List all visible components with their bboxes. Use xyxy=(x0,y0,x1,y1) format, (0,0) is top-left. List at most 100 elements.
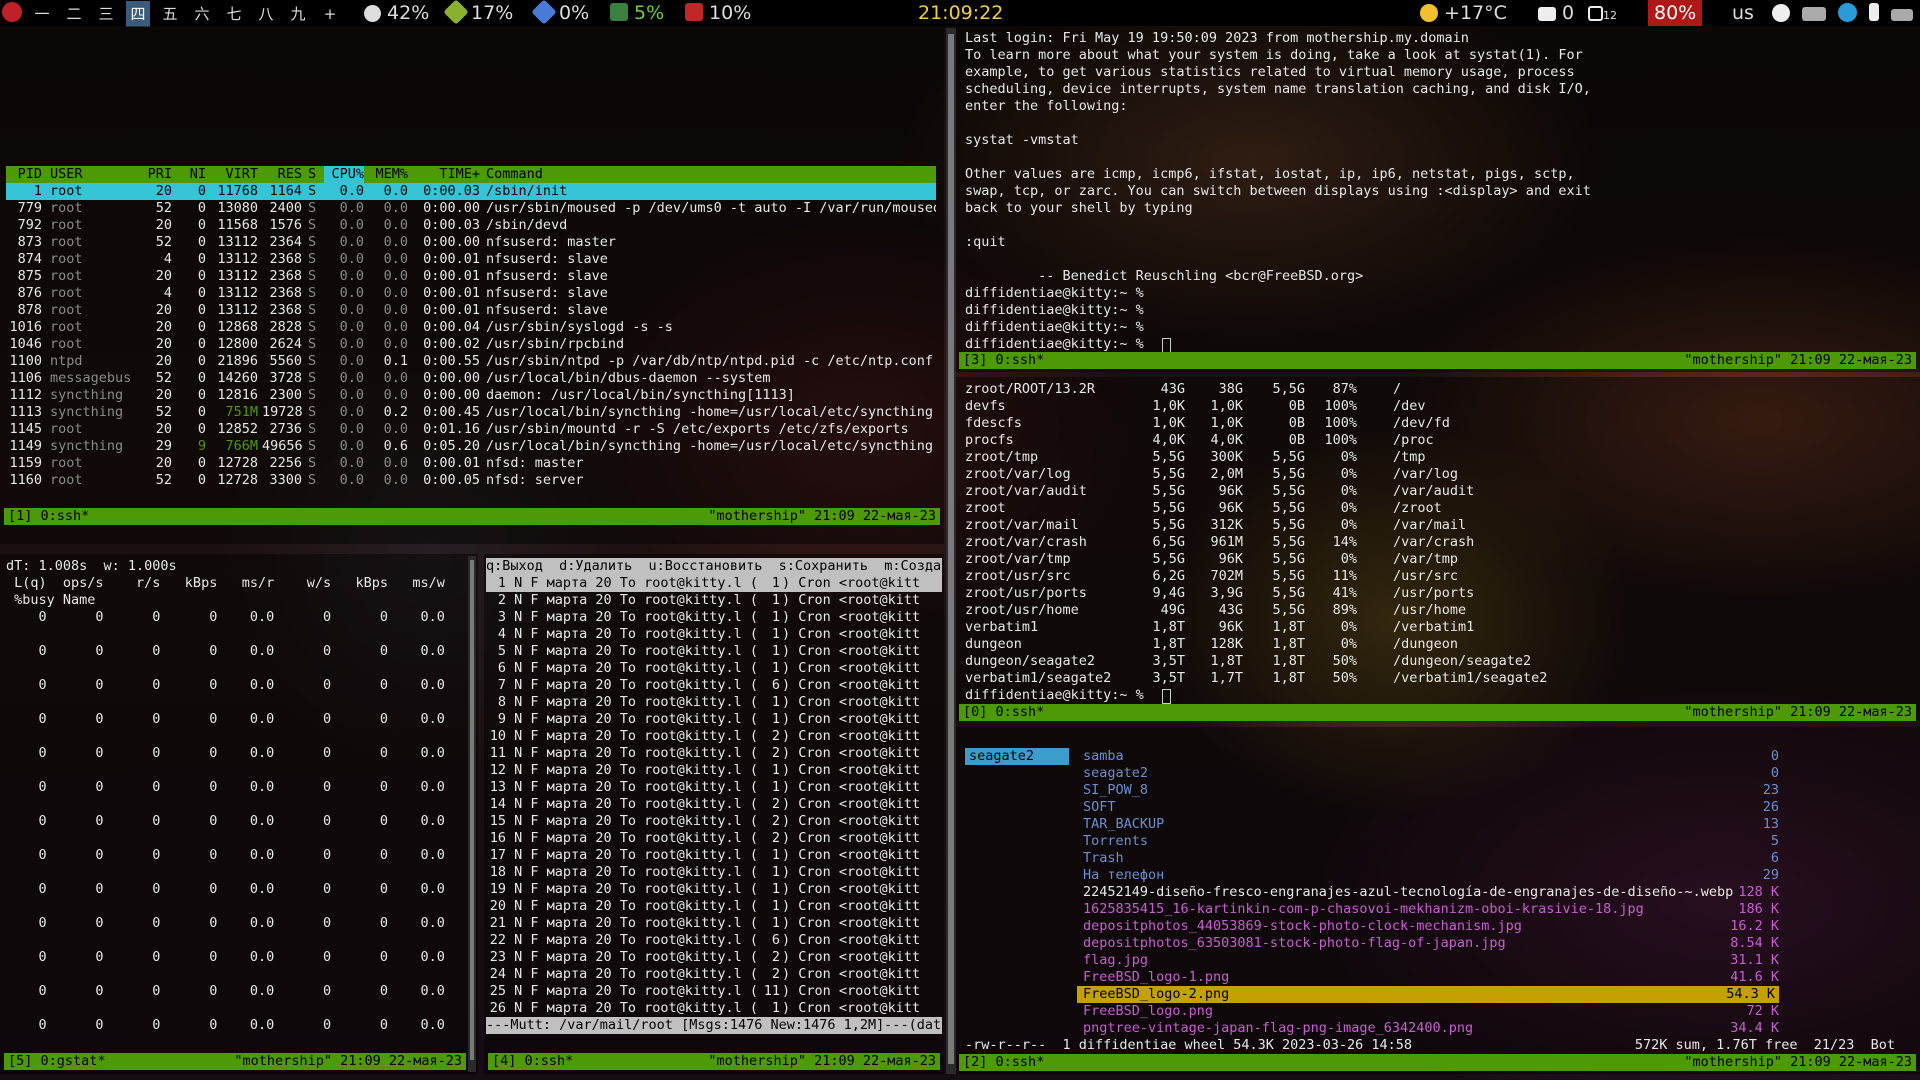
directory-entry[interactable]: TAR_BACKUP 13 xyxy=(1083,816,1779,833)
message-row[interactable]: 12 N F марта 20 To root@kitty.l (1) Cron… xyxy=(486,762,942,779)
workspace-6[interactable]: 六 xyxy=(190,1,214,27)
process-row[interactable]: 1100 ntpd 20 0 21896 5560 S 0.0 0.1 0:00.55/usr/s… xyxy=(6,353,936,370)
login-shell-pane[interactable]: Last login: Fri May 19 19:50:09 2023 fro… xyxy=(955,26,1920,372)
message-row[interactable]: 7 N F марта 20 To root@kitty.l (6) Cron … xyxy=(486,677,942,694)
message-row[interactable]: 26 N F марта 20 To root@kitty.l (1) Cron… xyxy=(486,1000,942,1017)
usb-icon[interactable] xyxy=(1869,3,1880,21)
process-row[interactable]: 779 root 52 0 13080 2400 S 0.0 0.0 0:00.00/usr/sb… xyxy=(6,200,936,217)
tray-app-icon[interactable] xyxy=(1891,9,1914,21)
workspace-7[interactable]: 七 xyxy=(222,1,246,27)
message-row[interactable]: 3 N F марта 20 To root@kitty.l (1) Cron … xyxy=(486,609,942,626)
process-row[interactable]: 1106 messagebus 52 0 14260 3728 S 0.0 0.0 0:00.00… xyxy=(6,370,936,387)
file-entry[interactable]: depositphotos_44053869-stock-photo-clock… xyxy=(1083,918,1779,935)
column-virt[interactable]: VIRT xyxy=(210,166,258,183)
mail-indicator[interactable]: 0 xyxy=(1538,0,1574,26)
column-mem[interactable]: MEM% xyxy=(368,166,408,183)
message-row[interactable]: 6 N F марта 20 To root@kitty.l (1) Cron … xyxy=(486,660,942,677)
column-s[interactable]: S xyxy=(308,166,320,183)
workspace-8[interactable]: 八 xyxy=(254,1,278,27)
nnn-context-tab[interactable]: seagate2 xyxy=(965,748,1069,765)
process-row[interactable]: 1 root 20 0 11768 1164 S 0.0 0.0 0:00.03/sbin/ini… xyxy=(6,183,936,200)
column-ni[interactable]: NI xyxy=(178,166,206,183)
message-row[interactable]: 20 N F марта 20 To root@kitty.l (1) Cron… xyxy=(486,898,942,915)
directory-entry[interactable]: Torrents 5 xyxy=(1083,833,1779,850)
message-row[interactable]: 9 N F марта 20 To root@kitty.l (1) Cron … xyxy=(486,711,942,728)
file-entry[interactable]: FreeBSD_logo.png 72 K xyxy=(1083,1003,1779,1020)
message-row[interactable]: 5 N F марта 20 To root@kitty.l (1) Cron … xyxy=(486,643,942,660)
message-row[interactable]: 8 N F марта 20 To root@kitty.l (1) Cron … xyxy=(486,694,942,711)
message-row[interactable]: 23 N F марта 20 To root@kitty.l (2) Cron… xyxy=(486,949,942,966)
process-row[interactable]: 876 root 4 0 13112 2368 S 0.0 0.0 0:00.01 nfsuserd… xyxy=(6,285,936,302)
column-pid[interactable]: PID xyxy=(6,166,42,183)
tmux-window-label[interactable]: [4] 0:ssh* xyxy=(488,1053,573,1069)
message-row[interactable]: 1 N F марта 20 To root@kitty.l (1) Cron … xyxy=(486,575,942,592)
directory-entry[interactable]: samba 0 xyxy=(1083,748,1779,765)
weather-indicator[interactable]: +17°C xyxy=(1420,0,1507,26)
process-row[interactable]: 878 root 20 0 13112 2368 S 0.0 0.0 0:00.01 nfsuser… xyxy=(6,302,936,319)
message-row[interactable]: 15 N F марта 20 To root@kitty.l (2) Cron… xyxy=(486,813,942,830)
file-entry-selected[interactable]: FreeBSD_logo-2.png 54.3 K xyxy=(1077,986,1779,1003)
battery-indicator[interactable]: 80% xyxy=(1648,0,1703,26)
message-row[interactable]: 13 N F марта 20 To root@kitty.l (1) Cron… xyxy=(486,779,942,796)
process-row[interactable]: 1113 syncthing 52 0 751M 19728 S 0.0 0.2 0:00.45 /… xyxy=(6,404,936,421)
message-row[interactable]: 21 N F марта 20 To root@kitty.l (1) Cron… xyxy=(486,915,942,932)
htop-pane[interactable]: 0[0.0%]4[0.0%]1[0.0%]5[1.5%]|2[0.0%]6[0.… xyxy=(0,26,944,544)
message-row[interactable]: 11 N F марта 20 To root@kitty.l (2) Cron… xyxy=(486,745,942,762)
workspace-10[interactable]: + xyxy=(318,1,342,27)
directory-entry[interactable]: SOFT 26 xyxy=(1083,799,1779,816)
column-res[interactable]: RES xyxy=(262,166,302,183)
process-row[interactable]: 1145 root 20 0 12852 2736 S 0.0 0.0 0:01.16/usr/s… xyxy=(6,421,936,438)
workspace-switcher[interactable]: 一二三四五六七八九 + xyxy=(30,0,350,27)
message-row[interactable]: 14 N F марта 20 To root@kitty.l (2) Cron… xyxy=(486,796,942,813)
tasks-indicator[interactable]: 12 xyxy=(1588,0,1617,26)
message-row[interactable]: 19 N F марта 20 To root@kitty.l (1) Cron… xyxy=(486,881,942,898)
file-entry[interactable]: pngtree-vintage-japan-flag-png-image_634… xyxy=(1083,1020,1779,1037)
process-row[interactable]: 873 root 52 0 13112 2364 S 0.0 0.0 0:00.00 nfsuser… xyxy=(6,234,936,251)
directory-entry[interactable]: Trash 6 xyxy=(1083,850,1779,867)
workspace-1[interactable]: 一 xyxy=(30,1,54,27)
message-row[interactable]: 24 N F марта 20 To root@kitty.l (2) Cron… xyxy=(486,966,942,983)
column-cpu[interactable]: CPU% xyxy=(324,166,364,183)
tmux-window-label[interactable]: [1] 0:ssh* xyxy=(4,508,89,524)
directory-entry[interactable]: SI_POW_8 23 xyxy=(1083,782,1779,799)
pane-divider[interactable] xyxy=(946,28,956,1074)
file-entry[interactable]: depositphotos_63503081-stock-photo-flag-… xyxy=(1083,935,1779,952)
column-cmd[interactable]: Command xyxy=(486,166,944,183)
process-row[interactable]: 1016 root 20 0 12868 2828 S 0.0 0.0 0:00.04/usr/s… xyxy=(6,319,936,336)
message-row[interactable]: 16 N F марта 20 To root@kitty.l (2) Cron… xyxy=(486,830,942,847)
message-row[interactable]: 18 N F марта 20 To root@kitty.l (1) Cron… xyxy=(486,864,942,881)
keyboard-layout[interactable]: us xyxy=(1732,0,1754,26)
file-entry[interactable]: FreeBSD_logo-1.png 41.6 K xyxy=(1083,969,1779,986)
workspace-9[interactable]: 九 xyxy=(286,1,310,27)
process-row[interactable]: 874 root 4 0 13112 2368 S 0.0 0.0 0:00.01 nfsuserd… xyxy=(6,251,936,268)
tmux-window-label[interactable]: [3] 0:ssh* xyxy=(959,352,1044,368)
workspace-3[interactable]: 三 xyxy=(94,1,118,27)
workspace-2[interactable]: 二 xyxy=(62,1,86,27)
process-row[interactable]: 875 root 20 0 13112 2368 S 0.0 0.0 0:00.01 nfsuser… xyxy=(6,268,936,285)
freebsd-menu-icon[interactable] xyxy=(2,0,22,26)
file-manager-pane[interactable]: diffidentiae@kitty/dungeon/seagate2/Free… xyxy=(955,727,1920,1074)
message-row[interactable]: 25 N F марта 20 To root@kitty.l (11) Cro… xyxy=(486,983,942,1000)
process-row[interactable]: 792 root 20 0 11568 1576 S 0.0 0.0 0:00.03/sbin/d… xyxy=(6,217,936,234)
process-row[interactable]: 1046 root 20 0 12800 2624 S 0.0 0.0 0:00.02/usr/s… xyxy=(6,336,936,353)
message-row[interactable]: 22 N F марта 20 To root@kitty.l (6) Cron… xyxy=(486,932,942,949)
process-row[interactable]: 1149 syncthing 29 9 766M 49656 S 0.0 0.6 0:05.20 /… xyxy=(6,438,936,455)
process-row[interactable]: 1160 root 52 0 12728 3300 S 0.0 0.0 0:00.05 nfsd: … xyxy=(6,472,936,489)
workspace-5[interactable]: 五 xyxy=(158,1,182,27)
message-row[interactable]: 2 N F марта 20 To root@kitty.l (1) Cron … xyxy=(486,592,942,609)
process-row[interactable]: 1159 root 20 0 12728 2256 S 0.0 0.0 0:00.01 nfsd: … xyxy=(6,455,936,472)
column-user[interactable]: USER xyxy=(50,166,130,183)
telegram-icon[interactable] xyxy=(1838,3,1858,22)
pane-divider-left[interactable] xyxy=(468,556,476,1072)
tmux-window-label[interactable]: [5] 0:gstat* xyxy=(4,1053,106,1069)
clock[interactable]: 21:09:22 xyxy=(918,0,1003,26)
df-pane[interactable]: zroot/ROOT/13.2R 43G 38G 5,5G 87% / devfs 1,0K 1… xyxy=(955,377,1920,721)
file-entry[interactable]: 1625835415_16-kartinkin-com-p-chasovoi-m… xyxy=(1083,901,1779,918)
column-pri[interactable]: PRI xyxy=(136,166,172,183)
column-time[interactable]: TIME+ xyxy=(416,166,480,183)
directory-entry[interactable]: seagate2 0 xyxy=(1083,765,1779,782)
mutt-pane[interactable]: q:Выход d:Удалить u:Восстановить s:Сохра… xyxy=(484,554,944,1074)
message-row[interactable]: 4 N F марта 20 To root@kitty.l (1) Cron … xyxy=(486,626,942,643)
workspace-4[interactable]: 四 xyxy=(126,1,150,27)
clock-icon[interactable] xyxy=(1772,4,1790,22)
